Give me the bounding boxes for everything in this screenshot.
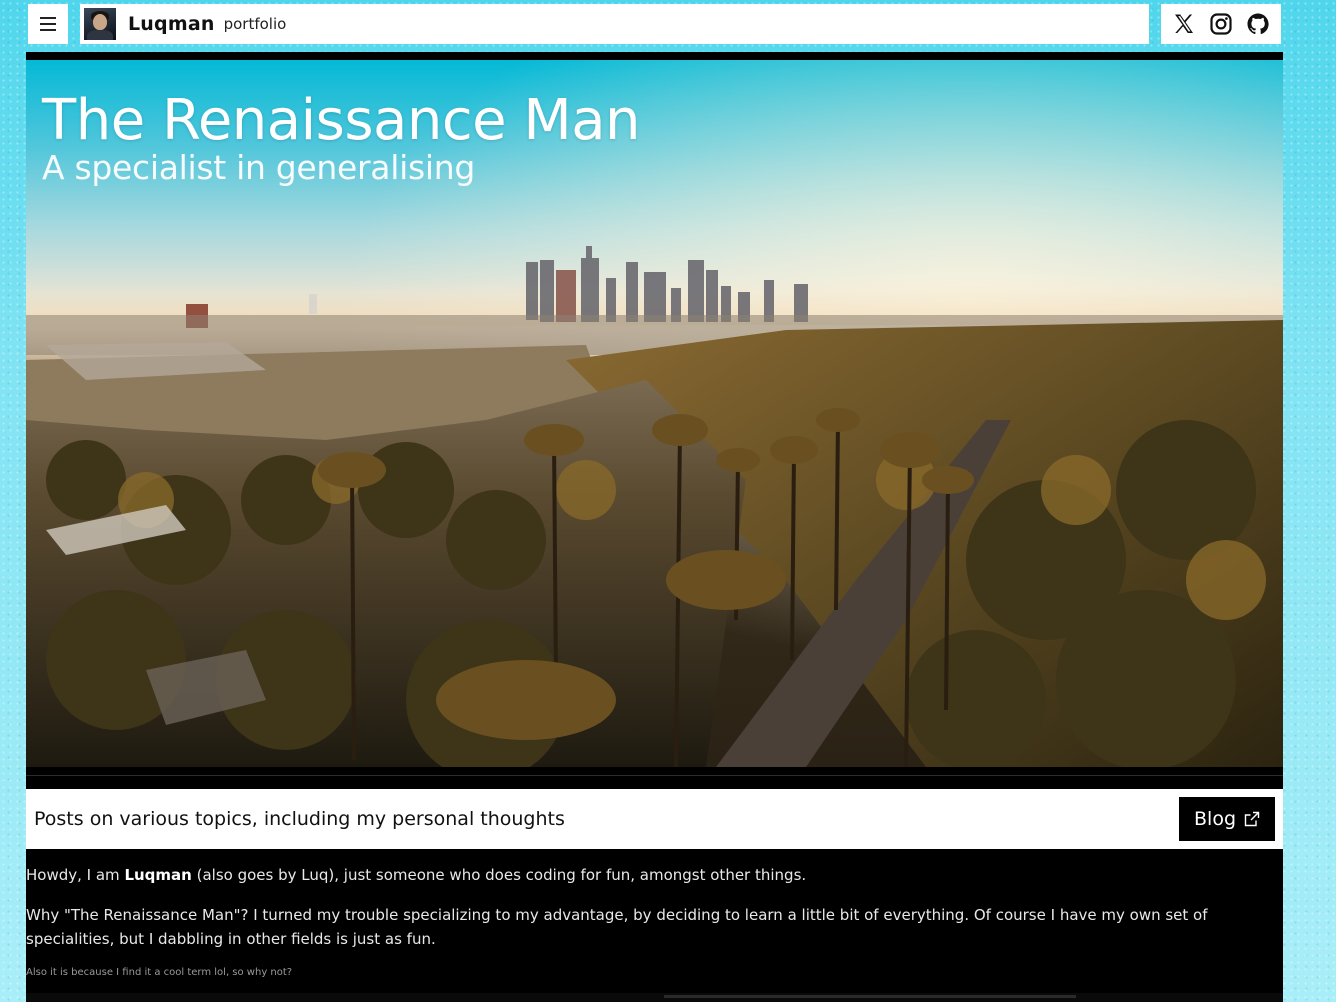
social-links	[1161, 4, 1281, 44]
blog-button-label: Blog	[1194, 808, 1236, 830]
avatar-face	[93, 14, 107, 30]
hamburger-line	[40, 23, 56, 25]
brand-bar: Luqman portfolio	[80, 4, 1149, 44]
scroll-thumb[interactable]	[664, 995, 1076, 998]
divider	[26, 775, 1283, 776]
instagram-icon[interactable]	[1208, 11, 1234, 37]
hero-banner: The Renaissance Man A specialist in gene…	[26, 60, 1283, 767]
avatar[interactable]	[84, 8, 116, 40]
hamburger-line	[40, 29, 56, 31]
blog-banner: Posts on various topics, including my pe…	[26, 789, 1283, 849]
hamburger-menu-icon	[40, 17, 56, 19]
avatar-body	[87, 30, 113, 40]
x-twitter-icon[interactable]	[1171, 11, 1197, 37]
intro-text-end: (also goes by Luq), just someone who doe…	[191, 866, 807, 884]
brand-name[interactable]: Luqman	[128, 13, 215, 35]
footnote-text: Also it is because I find it a cool term…	[26, 967, 293, 978]
blog-description: Posts on various topics, including my pe…	[34, 808, 565, 830]
brand-subtitle: portfolio	[223, 15, 287, 33]
blog-button[interactable]: Blog	[1179, 797, 1275, 841]
github-icon[interactable]	[1245, 11, 1271, 37]
main-panel: The Renaissance Man A specialist in gene…	[26, 52, 1283, 1002]
intro-name: Luqman	[124, 866, 192, 884]
intro-text-start: Howdy, I am	[26, 866, 125, 884]
hero-subtitle: A specialist in generalising	[42, 148, 475, 187]
intro-paragraph: Howdy, I am Luqman (also goes by Luq), j…	[26, 864, 1266, 886]
scroll-area-edge	[26, 993, 1283, 1002]
external-link-icon	[1244, 811, 1260, 827]
hero-title: The Renaissance Man	[42, 88, 641, 153]
menu-button[interactable]	[28, 4, 68, 44]
why-paragraph: Why "The Renaissance Man"? I turned my t…	[26, 906, 1208, 948]
